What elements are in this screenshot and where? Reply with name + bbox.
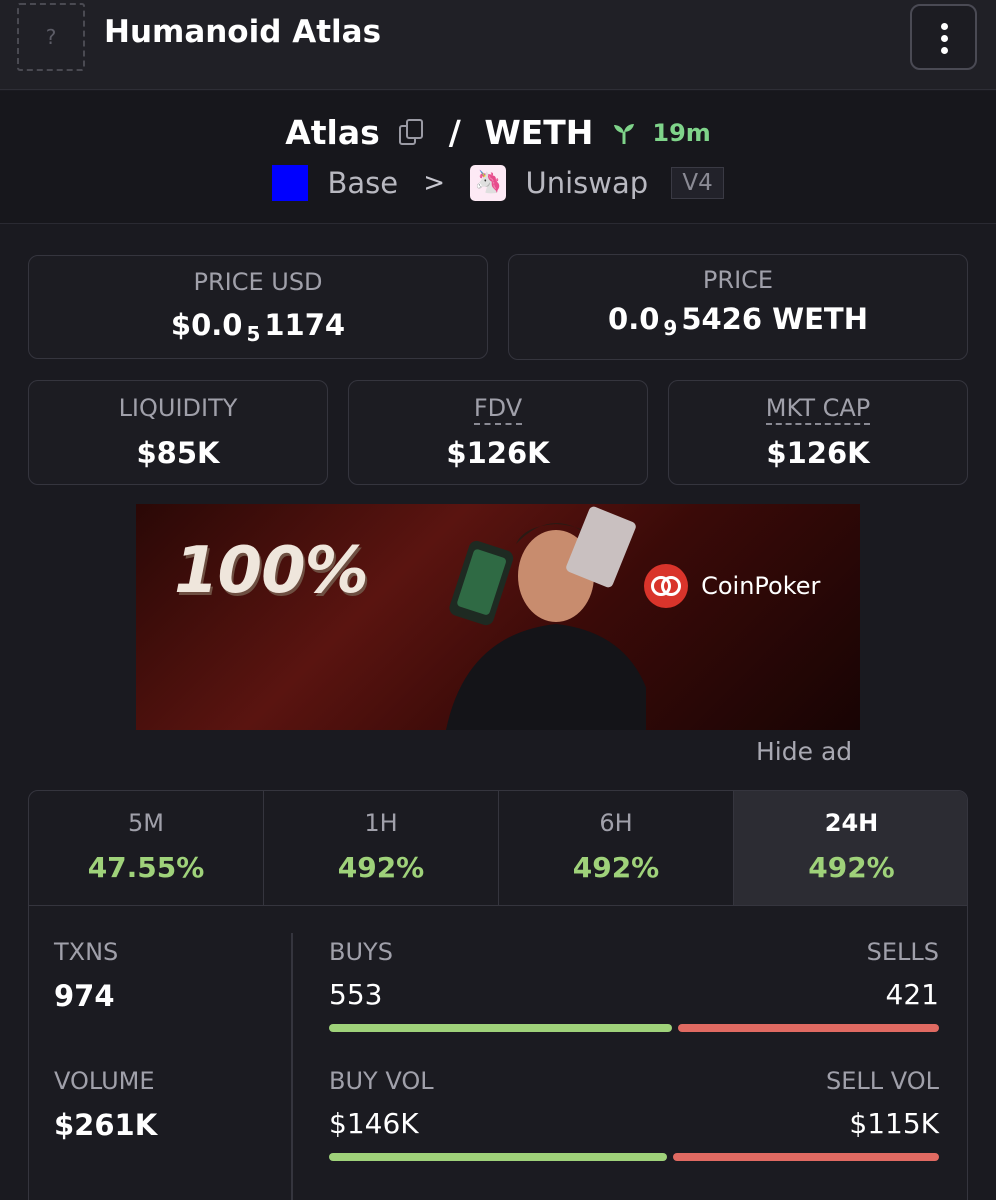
ad-headline: 100% — [174, 534, 369, 608]
liquidity-card: LIQUIDITY $85K — [28, 380, 328, 485]
base-token-symbol: Atlas — [285, 113, 380, 152]
timeframe-tabs: 5M 47.55% 1H 492% 6H 492% 24H 492% — [29, 791, 967, 906]
more-dots-icon — [941, 35, 948, 42]
ad-banner[interactable]: 100% CoinPoker — [136, 504, 860, 730]
sell-vol-label: SELL VOL — [825, 1067, 939, 1095]
token-placeholder-icon: ? — [17, 3, 85, 71]
fdv-card[interactable]: FDV $126K — [348, 380, 648, 485]
tab-change: 492% — [808, 851, 895, 884]
mkt-cap-label: MKT CAP — [669, 394, 967, 425]
sells-label: SELLS — [866, 938, 939, 966]
buy-vol-label: BUY VOL — [329, 1067, 434, 1095]
chain-name[interactable]: Base — [327, 166, 398, 200]
copy-icon[interactable] — [399, 118, 425, 147]
txns-value: 974 — [54, 979, 115, 1013]
uniswap-icon: 🦄 — [470, 165, 507, 201]
sell-vol-value: $115K — [849, 1107, 939, 1140]
tab-5m[interactable]: 5M 47.55% — [29, 791, 264, 905]
chevron-right-icon: > — [423, 168, 446, 198]
sells-value: 421 — [885, 978, 939, 1011]
ad-person-image — [446, 506, 646, 730]
version-badge: V4 — [671, 167, 724, 199]
coinpoker-logo-icon — [644, 564, 688, 608]
more-dots-icon — [941, 23, 948, 30]
more-menu-button[interactable] — [910, 4, 977, 70]
tab-label: 5M — [128, 809, 164, 837]
pair-age: 19m — [652, 118, 711, 147]
page-title: Humanoid Atlas — [104, 14, 382, 50]
buys-value: 553 — [329, 978, 383, 1011]
tab-label: 24H — [824, 809, 879, 837]
buys-label: BUYS — [329, 938, 393, 966]
dex-name[interactable]: Uniswap — [526, 166, 649, 200]
tab-label: 1H — [364, 809, 398, 837]
price-native-label: PRICE — [702, 266, 774, 294]
liquidity-label: LIQUIDITY — [118, 394, 238, 422]
chain-breadcrumb: Base > 🦄 Uniswap V4 — [0, 164, 996, 201]
tab-label: 6H — [599, 809, 633, 837]
price-native-card: PRICE 0.0 9 5426 WETH — [508, 254, 968, 360]
buy-vol-bar — [329, 1153, 667, 1161]
liquidity-value: $85K — [136, 436, 220, 470]
sprout-icon — [613, 123, 634, 144]
price-usd-card: PRICE USD $0.0 5 1174 — [28, 255, 488, 359]
pair-separator: / — [448, 113, 461, 152]
tab-24h[interactable]: 24H 492% — [734, 791, 967, 905]
quote-token-symbol: WETH — [484, 113, 594, 152]
tab-change: 47.55% — [87, 851, 205, 884]
stats-panel: 5M 47.55% 1H 492% 6H 492% 24H 492% TXNS … — [28, 790, 968, 1200]
ad-brand: CoinPoker — [644, 564, 820, 608]
price-native-value: 0.0 9 5426 WETH — [608, 302, 868, 340]
sell-vol-bar — [673, 1153, 939, 1161]
hide-ad-link[interactable]: Hide ad — [756, 737, 852, 766]
column-divider — [291, 933, 293, 1200]
tab-change: 492% — [337, 851, 425, 884]
ad-brand-name: CoinPoker — [701, 572, 821, 600]
price-usd-value: $0.0 5 1174 — [170, 308, 346, 346]
fdv-label: FDV — [349, 394, 647, 425]
price-usd-label: PRICE USD — [193, 268, 323, 296]
top-bar: ? Humanoid Atlas — [0, 0, 996, 90]
buy-vol-value: $146K — [329, 1107, 419, 1140]
tab-change: 492% — [572, 851, 660, 884]
tab-1h[interactable]: 1H 492% — [264, 791, 499, 905]
more-dots-icon — [941, 47, 948, 54]
mkt-cap-card[interactable]: MKT CAP $126K — [668, 380, 968, 485]
mkt-cap-value: $126K — [766, 436, 870, 470]
txns-label: TXNS — [54, 938, 119, 966]
base-chain-icon — [272, 165, 309, 201]
fdv-value: $126K — [446, 436, 550, 470]
pair-header: Atlas / WETH 19m Base > 🦄 Uniswap V4 — [0, 91, 996, 224]
sells-bar — [678, 1024, 939, 1032]
buys-bar — [329, 1024, 672, 1032]
pair-line: Atlas / WETH 19m — [0, 111, 996, 152]
tab-6h[interactable]: 6H 492% — [499, 791, 734, 905]
volume-value: $261K — [54, 1108, 158, 1142]
volume-label: VOLUME — [54, 1067, 155, 1095]
